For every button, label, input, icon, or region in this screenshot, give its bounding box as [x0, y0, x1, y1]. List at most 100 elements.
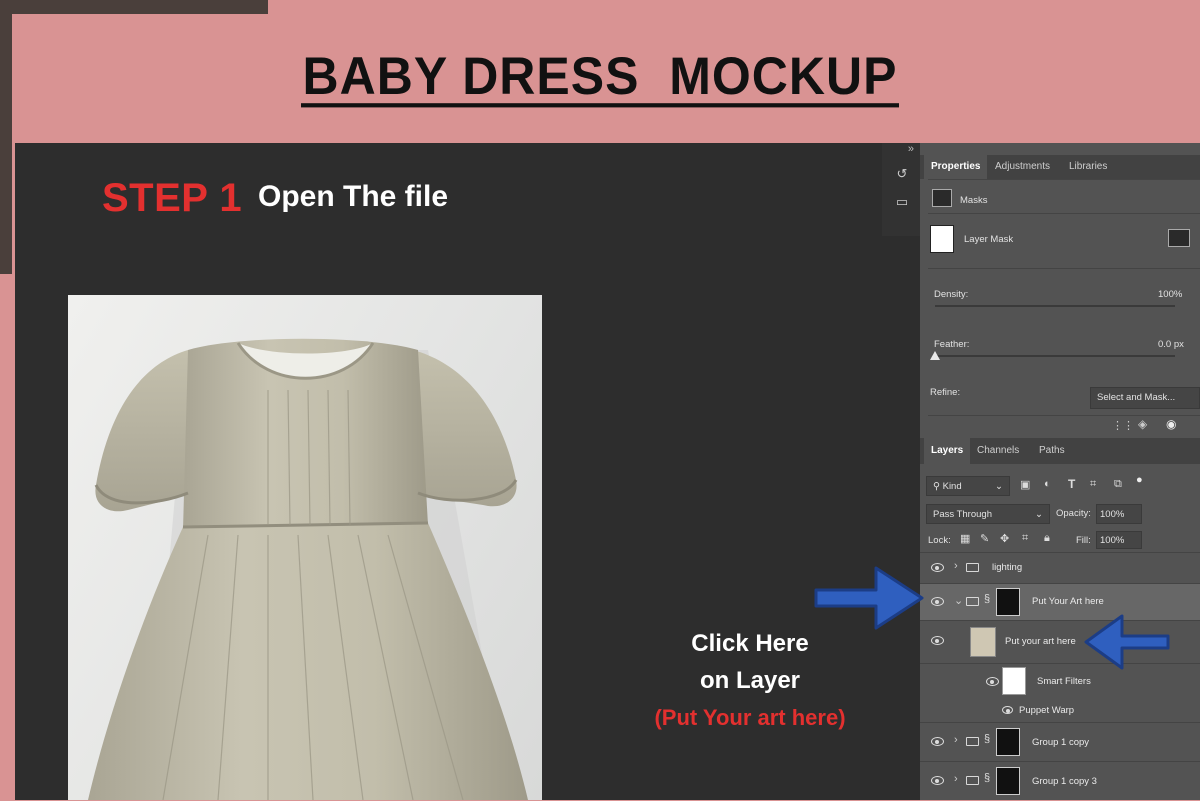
divider: [928, 268, 1200, 269]
selection-icon[interactable]: ⋮⋮: [1112, 419, 1134, 432]
filter-toggle-icon[interactable]: ●: [1136, 474, 1143, 486]
smart-object-filter-icon[interactable]: ⧉: [1114, 478, 1122, 491]
step-label: STEP 1: [102, 176, 243, 220]
smart-object-thumbnail[interactable]: [970, 627, 996, 657]
layers-tabs: Layers Channels Paths: [920, 438, 1200, 464]
pixel-filter-icon[interactable]: ▣: [1020, 478, 1030, 491]
blend-mode-value: Pass Through: [933, 509, 992, 520]
right-arrow-icon: [814, 566, 924, 630]
eye-icon[interactable]: [986, 677, 999, 686]
chevron-down-icon: ⌄: [1035, 509, 1043, 520]
select-and-mask-button[interactable]: Select and Mask...: [1090, 387, 1200, 409]
chevron-right-icon[interactable]: ›: [954, 560, 958, 572]
type-filter-icon[interactable]: T: [1068, 477, 1075, 491]
callout-line-3: (Put Your art here): [654, 705, 846, 730]
feather-slider[interactable]: [935, 355, 1175, 357]
visibility-icon[interactable]: ◉: [1166, 417, 1176, 431]
chevron-right-icon[interactable]: ›: [954, 734, 958, 746]
page-title: BABY DRESS MOCKUP: [0, 49, 1200, 108]
layer-name[interactable]: Put Your Art here: [1032, 596, 1104, 607]
page-title-text: BABY DRESS MOCKUP: [300, 49, 900, 108]
opacity-label: Opacity:: [1056, 508, 1091, 519]
properties-panel: Properties Adjustments Libraries Masks L…: [920, 143, 1200, 438]
feather-label: Feather:: [934, 339, 970, 350]
tab-paths[interactable]: Paths: [1032, 438, 1072, 464]
adjustment-filter-icon[interactable]: ◐: [1044, 478, 1051, 490]
layer-mask-label: Layer Mask: [964, 234, 1014, 245]
link-icon: §: [984, 733, 991, 745]
layer-name[interactable]: Puppet Warp: [1019, 705, 1074, 716]
layer-name[interactable]: Group 1 copy: [1032, 737, 1089, 748]
filter-kind-value: Kind: [942, 481, 962, 492]
folder-icon: [966, 563, 979, 572]
properties-tabs: Properties Adjustments Libraries: [920, 155, 1200, 179]
layer-mask-thumbnail[interactable]: [930, 225, 954, 253]
folder-icon: [966, 597, 979, 606]
baby-dress-illustration: [88, 338, 528, 800]
eye-icon[interactable]: [931, 737, 944, 746]
lock-paint-icon[interactable]: ✎: [980, 532, 989, 545]
opacity-field[interactable]: 100%: [1096, 504, 1142, 524]
apply-mask-icon[interactable]: ◈: [1138, 417, 1147, 431]
chevron-right-icon[interactable]: ›: [954, 773, 958, 785]
group-mask-thumbnail[interactable]: [996, 728, 1020, 756]
chevron-down-icon[interactable]: ⌄: [954, 594, 963, 607]
feather-value[interactable]: 0.0 px: [1158, 339, 1184, 350]
lock-position-icon[interactable]: ✥: [1000, 532, 1009, 545]
density-slider[interactable]: [935, 305, 1175, 307]
step-text: Open The file: [258, 180, 449, 213]
divider: [928, 415, 1200, 416]
tab-properties[interactable]: Properties: [924, 155, 988, 179]
folder-icon: [966, 776, 979, 785]
lock-transparent-icon[interactable]: ▦: [960, 532, 970, 545]
density-value[interactable]: 100%: [1158, 289, 1182, 300]
filter-kind-select[interactable]: ⚲ Kind ⌄: [926, 476, 1010, 496]
layer-name[interactable]: Put your art here: [1005, 636, 1076, 647]
mask-icon: [932, 189, 952, 207]
left-arrow-icon: [1084, 614, 1170, 670]
eye-icon[interactable]: [931, 563, 944, 572]
chevron-down-icon: ⌄: [995, 481, 1003, 492]
eye-icon[interactable]: [931, 636, 944, 645]
layer-name[interactable]: lighting: [992, 562, 1022, 573]
history-icon[interactable]: ↺: [894, 167, 910, 181]
refine-label: Refine:: [930, 387, 961, 398]
layer-row[interactable]: › lighting: [920, 552, 1200, 583]
layer-row[interactable]: Puppet Warp: [920, 700, 1200, 722]
mask-apply-icon[interactable]: [1168, 229, 1190, 247]
link-icon: §: [984, 772, 991, 784]
tab-channels[interactable]: Channels: [970, 438, 1026, 464]
group-mask-thumbnail[interactable]: [996, 767, 1020, 795]
search-icon: ⚲: [933, 481, 943, 492]
masks-label: Masks: [960, 195, 988, 206]
shape-filter-icon[interactable]: ⌗: [1090, 478, 1096, 491]
lock-all-icon[interactable]: 🔒︎: [1044, 532, 1050, 545]
slider-handle-icon[interactable]: [930, 351, 940, 361]
link-icon: §: [984, 593, 991, 605]
double-chevron-icon[interactable]: »: [908, 143, 914, 155]
dress-photo: [68, 295, 542, 800]
lock-label: Lock:: [928, 535, 951, 546]
tab-adjustments[interactable]: Adjustments: [988, 155, 1057, 179]
eye-icon[interactable]: [931, 776, 944, 785]
fill-label: Fill:: [1076, 535, 1091, 546]
panel-dock-strip: » ↺ ▭: [882, 143, 920, 236]
layer-name[interactable]: Group 1 copy 3: [1032, 776, 1097, 787]
lock-artboard-icon[interactable]: ⌗: [1022, 532, 1028, 545]
comment-icon[interactable]: ▭: [894, 195, 910, 209]
layer-row[interactable]: › § Group 1 copy: [920, 722, 1200, 761]
layer-row[interactable]: › § Group 1 copy 3: [920, 761, 1200, 801]
tab-layers[interactable]: Layers: [924, 438, 971, 464]
density-label: Density:: [934, 289, 969, 300]
group-mask-thumbnail[interactable]: [996, 588, 1020, 616]
decorative-corner-top: [0, 0, 268, 14]
filter-mask-thumbnail[interactable]: [1002, 667, 1026, 695]
blend-mode-select[interactable]: Pass Through ⌄: [926, 504, 1050, 524]
tab-libraries[interactable]: Libraries: [1062, 155, 1114, 179]
eye-icon[interactable]: [1002, 706, 1013, 714]
divider: [928, 179, 1200, 180]
fill-field[interactable]: 100%: [1096, 531, 1142, 549]
eye-icon[interactable]: [931, 597, 944, 606]
divider: [928, 213, 1200, 214]
callout-line-2: on Layer: [699, 667, 801, 694]
